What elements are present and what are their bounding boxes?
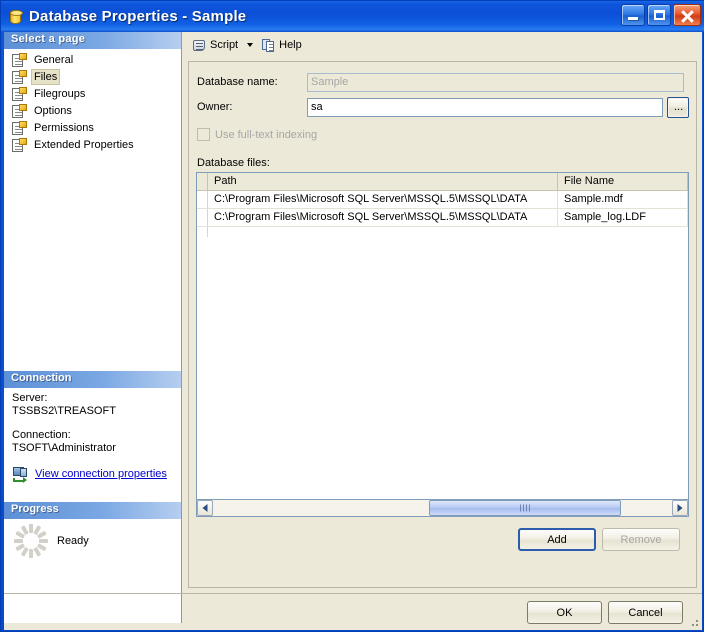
cell-file-name: Sample_log.LDF	[558, 209, 688, 226]
owner-browse-button[interactable]: ...	[667, 97, 689, 118]
sidebar-item-label: Files	[31, 69, 60, 85]
connection-user-block: Connection: TSOFT\Administrator	[12, 429, 174, 455]
window-frame: Database Properties - Sample Select a pa…	[0, 0, 704, 632]
owner-input[interactable]	[307, 98, 663, 117]
owner-row: Owner: ...	[197, 97, 689, 117]
toolbar: Script Help	[183, 32, 702, 58]
sidebar-item-options[interactable]: Options	[9, 103, 181, 119]
sidebar-item-label: Filegroups	[31, 87, 88, 101]
server-label: Server:	[12, 392, 174, 405]
help-button[interactable]: Help	[257, 35, 306, 56]
cell-file-name: Sample.mdf	[558, 191, 688, 208]
sidebar-item-label: Extended Properties	[31, 138, 137, 152]
server-value: TSSBS2\TREASOFT	[12, 405, 174, 418]
page-icon	[11, 138, 27, 153]
row-selector[interactable]	[197, 209, 208, 226]
table-row[interactable]: C:\Program Files\Microsoft SQL Server\MS…	[197, 191, 688, 209]
grid-horizontal-scrollbar[interactable]	[196, 500, 689, 517]
chevron-right-icon	[678, 504, 683, 512]
connection-value: TSOFT\Administrator	[12, 442, 174, 455]
minimize-button[interactable]	[621, 4, 645, 26]
cell-path: C:\Program Files\Microsoft SQL Server\MS…	[208, 209, 558, 226]
sidebar-item-label: General	[31, 53, 76, 67]
connection-header: Connection	[4, 371, 182, 388]
page-icon	[11, 121, 27, 136]
progress-header: Progress	[4, 502, 182, 519]
select-page-header: Select a page	[4, 32, 181, 49]
grid-empty-area	[197, 227, 688, 237]
sidebar-item-extended-properties[interactable]: Extended Properties	[9, 137, 181, 153]
page-icon	[11, 70, 27, 85]
page-icon	[11, 104, 27, 119]
sidebar-item-label: Permissions	[31, 121, 97, 135]
view-connection-properties-row[interactable]: View connection properties	[12, 466, 174, 482]
connection-label: Connection:	[12, 429, 174, 442]
script-icon	[192, 38, 207, 53]
progress-body: Ready	[4, 524, 182, 558]
database-files-grid[interactable]: Path File Name C:\Program Files\Microsof…	[196, 172, 689, 500]
database-name-row: Database name:	[197, 72, 689, 92]
window-title: Database Properties - Sample	[29, 8, 246, 25]
fulltext-indexing-row: Use full-text indexing	[197, 128, 317, 141]
progress-spinner-icon	[14, 524, 48, 558]
database-properties-dialog: Database Properties - Sample Select a pa…	[0, 0, 704, 632]
server-connection-icon	[12, 466, 30, 482]
sidebar-item-permissions[interactable]: Permissions	[9, 120, 181, 136]
files-page-content: Database name: Owner: ... Use full-text …	[188, 61, 697, 588]
resize-grip[interactable]	[688, 616, 700, 628]
progress-status: Ready	[57, 535, 89, 547]
remove-button: Remove	[602, 528, 680, 551]
close-button[interactable]	[673, 4, 701, 26]
scrollbar-thumb[interactable]	[429, 500, 622, 516]
table-row[interactable]: C:\Program Files\Microsoft SQL Server\MS…	[197, 209, 688, 227]
ok-button[interactable]: OK	[527, 601, 602, 624]
footer-divider	[4, 593, 702, 594]
minimize-icon	[628, 17, 638, 20]
scroll-left-button[interactable]	[197, 500, 213, 516]
title-bar[interactable]: Database Properties - Sample	[1, 1, 704, 32]
database-name-label: Database name:	[197, 76, 307, 88]
sidebar-item-files[interactable]: Files	[9, 69, 181, 85]
help-label: Help	[279, 39, 302, 51]
maximize-icon	[654, 10, 665, 20]
window-controls	[621, 4, 701, 26]
database-icon	[6, 8, 24, 26]
chevron-down-icon[interactable]	[247, 43, 253, 47]
column-header-path[interactable]: Path	[208, 173, 558, 190]
database-files-label: Database files:	[197, 157, 270, 169]
page-icon	[11, 87, 27, 102]
chevron-left-icon	[203, 504, 208, 512]
script-label: Script	[210, 39, 238, 51]
fulltext-indexing-checkbox	[197, 128, 210, 141]
grid-corner-cell	[197, 173, 208, 190]
sidebar: Select a page General Files Filegroups	[4, 32, 182, 623]
database-name-input	[307, 73, 684, 92]
help-icon	[261, 38, 276, 53]
fulltext-indexing-label: Use full-text indexing	[215, 129, 317, 141]
script-button[interactable]: Script	[188, 35, 242, 56]
column-header-file-name[interactable]: File Name	[558, 173, 688, 190]
page-icon	[11, 53, 27, 68]
row-selector[interactable]	[197, 191, 208, 208]
cell-path: C:\Program Files\Microsoft SQL Server\MS…	[208, 191, 558, 208]
sidebar-item-filegroups[interactable]: Filegroups	[9, 86, 181, 102]
grid-header-row: Path File Name	[197, 173, 688, 191]
scroll-right-button[interactable]	[672, 500, 688, 516]
connection-body: Server: TSSBS2\TREASOFT Connection: TSOF…	[4, 392, 182, 482]
owner-label: Owner:	[197, 101, 307, 113]
maximize-button[interactable]	[647, 4, 671, 26]
sidebar-item-general[interactable]: General	[9, 52, 181, 68]
page-list: General Files Filegroups Options	[4, 49, 181, 153]
scrollbar-track[interactable]	[213, 500, 672, 516]
add-button[interactable]: Add	[518, 528, 596, 551]
server-block: Server: TSSBS2\TREASOFT	[12, 392, 174, 418]
dialog-client-area: Select a page General Files Filegroups	[4, 32, 702, 630]
sidebar-item-label: Options	[31, 104, 75, 118]
scrollbar-grip-icon	[520, 505, 530, 512]
main-panel: Script Help Database name: Owner:	[183, 32, 702, 623]
view-connection-properties-link[interactable]: View connection properties	[35, 468, 167, 481]
cancel-button[interactable]: Cancel	[608, 601, 683, 624]
